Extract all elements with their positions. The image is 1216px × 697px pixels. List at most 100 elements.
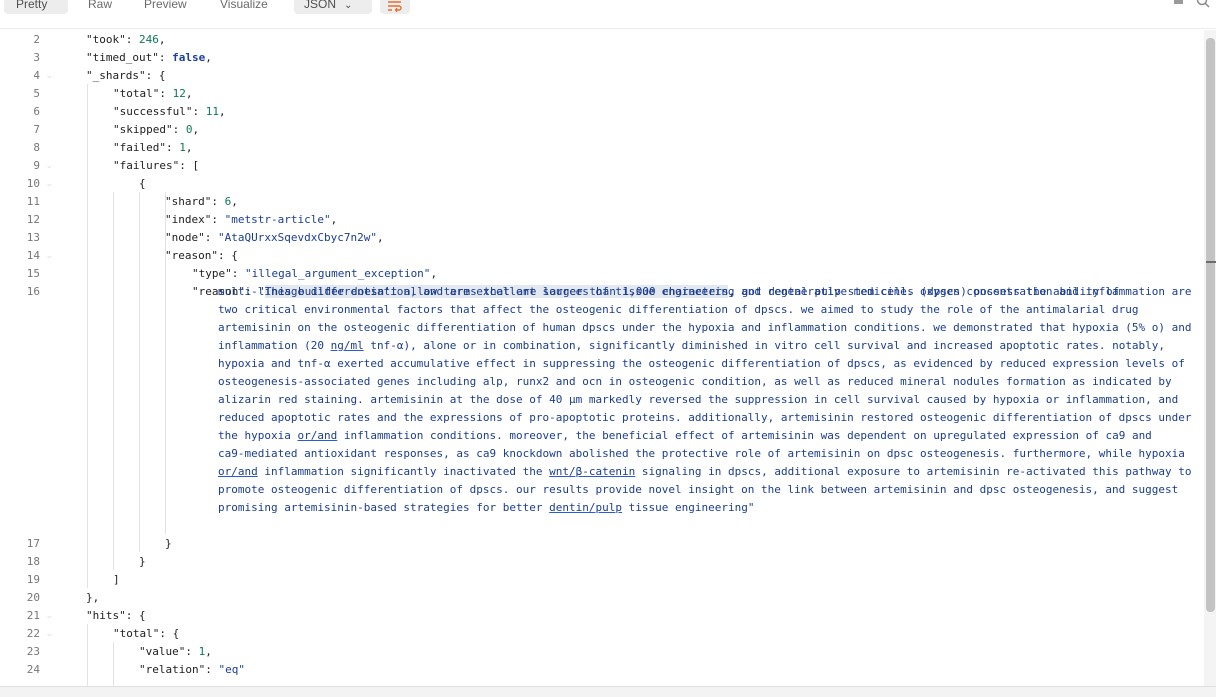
- code-line: 18 }: [0, 553, 1204, 571]
- line-number: 8: [33, 141, 40, 154]
- code-line: 14 ⌵ "reason": {: [0, 247, 1204, 265]
- response-body-editor[interactable]: 2 "took": 246, 3 "timed_out": false, 4 ⌵…: [0, 30, 1204, 686]
- code-line: 20 },: [0, 589, 1204, 607]
- line-number: 22: [26, 627, 40, 640]
- wrapped-line: artemisinin on the osteogenic differenti…: [218, 321, 1192, 334]
- text-fragment: inflammation significantly inactivated t…: [257, 465, 550, 478]
- json-string: "metstr-article": [224, 213, 331, 226]
- tab-pretty[interactable]: Pretty: [4, 0, 68, 14]
- line-number: 9: [33, 159, 40, 172]
- text-fragment: signaling in dpscs, additional exposure …: [635, 465, 1192, 478]
- wrapped-line: promote osteogenic differentiation of dp…: [218, 483, 1179, 496]
- spell-underline: dentin/pulp: [549, 501, 622, 514]
- json-number: 6: [224, 195, 232, 208]
- code-line: 11 "shard": 6,: [0, 193, 1204, 211]
- code-line: 4 ⌵ "_shards": {: [0, 67, 1204, 85]
- fold-chevron-icon[interactable]: ⌵: [47, 157, 52, 175]
- line-number: 12: [26, 213, 40, 226]
- bottom-border: [0, 686, 1216, 697]
- code-line: 10 ⌵ {: [0, 175, 1204, 193]
- line-number: 17: [26, 537, 40, 550]
- line-number: 2: [33, 33, 40, 46]
- copy-icon[interactable]: [1172, 0, 1184, 6]
- fold-chevron-icon[interactable]: ⌵: [47, 607, 52, 625]
- code-line: 12 "index": "metstr-article",: [0, 211, 1204, 229]
- json-key: "failures": [113, 159, 180, 172]
- line-number: 18: [26, 555, 40, 568]
- line-number: 20: [26, 591, 40, 604]
- wrapped-line: or/and inflammation significantly inacti…: [218, 463, 1198, 481]
- code-line: 19 ]: [0, 571, 1204, 589]
- search-icon[interactable]: [1196, 0, 1210, 8]
- text-fragment: the hypoxia: [218, 429, 298, 442]
- format-select[interactable]: JSON ⌄: [294, 0, 372, 14]
- line-number: 7: [33, 123, 40, 136]
- wrapped-line: the hypoxia or/and inflammation conditio…: [218, 427, 1198, 445]
- chevron-down-icon: ⌄: [344, 0, 353, 11]
- json-key: "failed": [113, 141, 166, 154]
- wrapped-line: inflammation (20 ng/ml tnf-α), alone or …: [218, 337, 1198, 355]
- json-key: "took": [86, 33, 126, 46]
- tab-visualize[interactable]: Visualize: [208, 0, 286, 14]
- json-number: 12: [172, 87, 186, 100]
- code-line: 13 "node": "AtaQUrxxSqevdxCbyc7n2w",: [0, 229, 1204, 247]
- line-number: 11: [26, 195, 40, 208]
- json-key: "hits": [86, 609, 126, 622]
- fold-chevron-icon[interactable]: ⌵: [47, 247, 52, 265]
- json-key: "shard": [165, 195, 212, 208]
- json-key: "relation": [139, 663, 206, 676]
- json-key: "index": [165, 213, 212, 226]
- code-line: 2 "took": 246,: [0, 31, 1204, 49]
- code-line: 15 "type": "illegal_argument_exception",: [0, 265, 1204, 283]
- wrapped-line: reduced apoptotic rates and the expressi…: [218, 411, 1192, 424]
- wrap-lines-button[interactable]: [380, 0, 410, 14]
- json-string: "AtaQUrxxSqevdxCbyc7n2w": [218, 231, 377, 244]
- code-line: 21 ⌵ "hits": {: [0, 607, 1204, 625]
- json-key: "value": [139, 645, 186, 658]
- line-number: 23: [26, 645, 40, 658]
- json-string: "eq": [218, 663, 245, 676]
- fold-chevron-icon[interactable]: ⌵: [47, 625, 52, 643]
- wrapped-line: hypoxia and tnf-α exerted accumulative e…: [218, 357, 1185, 370]
- json-key: "successful": [113, 105, 193, 118]
- code-line: 17 }: [0, 535, 1204, 553]
- json-key: "type": [192, 267, 232, 280]
- wrapped-line: ca9-mediated antioxidant responses, as c…: [218, 447, 1185, 460]
- code-line: 7 "skipped": 0,: [0, 121, 1204, 139]
- line-number: 3: [33, 51, 40, 64]
- tab-raw[interactable]: Raw: [76, 0, 124, 14]
- text-fragment: promising artemisinin-based strategies f…: [218, 501, 550, 514]
- code-line: 6 "successful": 11,: [0, 103, 1204, 121]
- json-key: "timed_out": [86, 51, 159, 64]
- json-boolean: false: [172, 51, 206, 64]
- code-line: 8 "failed": 1,: [0, 139, 1204, 157]
- code-line: 22 ⌵ "total": {: [0, 625, 1204, 643]
- reason-string-wrapped: multi-lineage differentiation, and are e…: [218, 283, 1198, 517]
- spell-underline: or/and: [218, 465, 258, 478]
- vertical-scrollbar-thumb[interactable]: [1206, 38, 1215, 612]
- wrapped-line: two critical environmental factors that …: [218, 303, 1139, 316]
- line-number: 13: [26, 231, 40, 244]
- code-line: 24 "relation": "eq": [0, 661, 1204, 679]
- line-number: 24: [26, 663, 40, 676]
- search-match-marker: [1206, 261, 1216, 263]
- line-number: 21: [26, 609, 40, 622]
- spell-underline: wnt/β-catenin: [549, 465, 636, 478]
- format-select-label: JSON: [304, 0, 337, 11]
- code-line: 3 "timed_out": false,: [0, 49, 1204, 67]
- json-number: 11: [205, 105, 219, 118]
- json-number: 0: [185, 123, 193, 136]
- spell-underline: ng/ml: [330, 339, 364, 352]
- line-number: 15: [26, 267, 40, 280]
- json-string: "illegal_argument_exception": [245, 267, 431, 280]
- code-line: 23 "value": 1,: [0, 643, 1204, 661]
- fold-chevron-icon[interactable]: ⌵: [47, 67, 52, 85]
- line-number: 6: [33, 105, 40, 118]
- wrap-lines-icon: [388, 1, 402, 12]
- tab-preview[interactable]: Preview: [132, 0, 202, 14]
- json-key: "reason": [165, 249, 218, 262]
- text-fragment: inflammation conditions. moreover, the b…: [337, 429, 1152, 442]
- line-number: 4: [33, 69, 40, 82]
- wrapped-line: promising artemisinin-based strategies f…: [218, 499, 1198, 517]
- fold-chevron-icon[interactable]: ⌵: [47, 175, 52, 193]
